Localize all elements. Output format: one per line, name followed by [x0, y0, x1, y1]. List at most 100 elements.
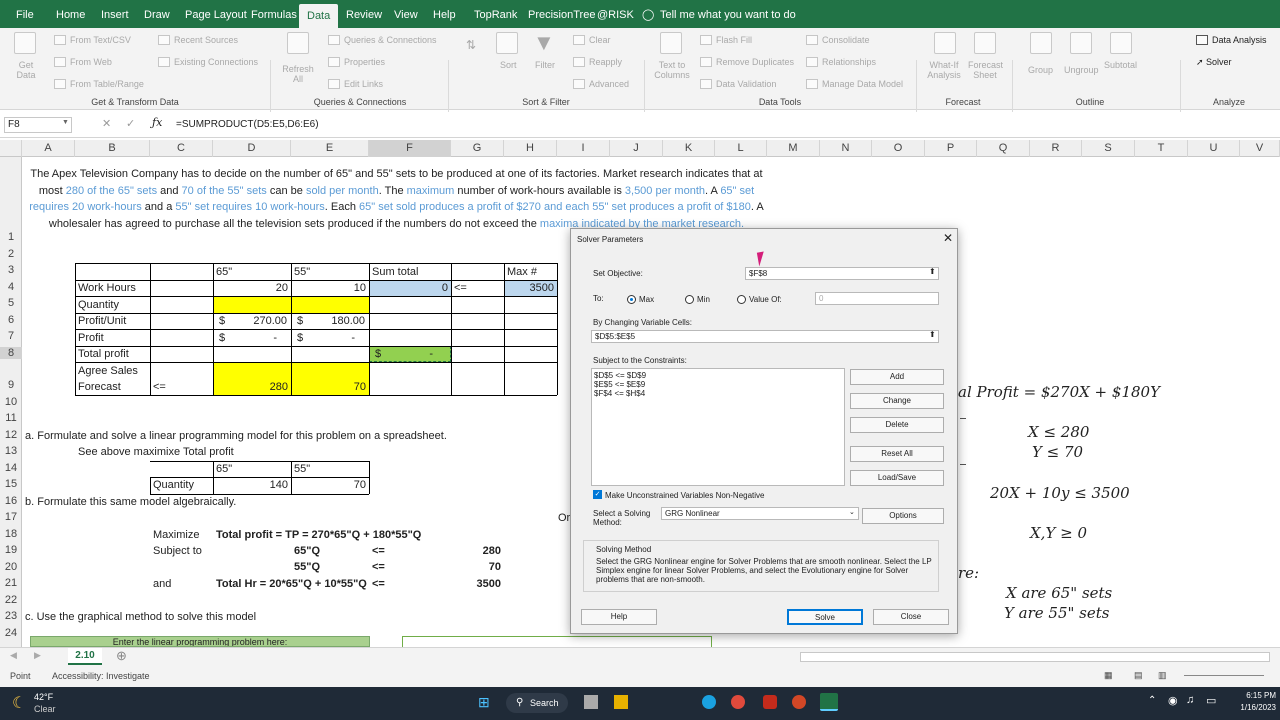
col-header[interactable]: G: [451, 140, 504, 157]
from-table-range[interactable]: From Table/Range: [54, 79, 144, 89]
col-header[interactable]: M: [767, 140, 820, 157]
constraint-item[interactable]: $F$4 <= $H$4: [594, 389, 645, 398]
col-header[interactable]: L: [715, 140, 767, 157]
col-header[interactable]: U: [1188, 140, 1240, 157]
row-header[interactable]: 17: [0, 511, 22, 523]
sort-button[interactable]: Sort: [500, 60, 517, 70]
page-break-icon[interactable]: ▥: [1158, 670, 1167, 681]
col-header[interactable]: J: [610, 140, 663, 157]
sheet-tab[interactable]: 2.10: [68, 648, 102, 665]
row-header[interactable]: 5: [0, 297, 22, 309]
col-header[interactable]: R: [1030, 140, 1082, 157]
label-forecast[interactable]: Forecast: [78, 379, 121, 395]
taskbar-search[interactable]: ⚲ Search: [506, 693, 568, 713]
hdr-max[interactable]: Max #: [507, 264, 537, 280]
pu-55[interactable]: 180.00: [291, 313, 365, 329]
recent-sources[interactable]: Recent Sources: [158, 35, 238, 45]
check-icon[interactable]: ✓: [126, 117, 135, 130]
forecast-65[interactable]: 280: [213, 379, 288, 395]
row-header[interactable]: 6: [0, 314, 22, 326]
col-header[interactable]: S: [1082, 140, 1135, 157]
row-header[interactable]: 3: [0, 264, 22, 276]
constraint-1-op[interactable]: <=: [372, 543, 385, 559]
prev-sheet-icon[interactable]: ◀: [10, 650, 17, 661]
constraint-item[interactable]: $E$5 <= $E$9: [594, 380, 645, 389]
row-header[interactable]: 7: [0, 330, 22, 342]
label-agree-sales[interactable]: Agree Sales: [78, 363, 138, 379]
existing-connections[interactable]: Existing Connections: [158, 57, 258, 67]
solve-button[interactable]: Solve: [787, 609, 863, 625]
wh-max[interactable]: 3500: [504, 280, 554, 296]
chevron-down-icon[interactable]: ▼: [62, 119, 69, 126]
from-text-csv[interactable]: From Text/CSV: [54, 35, 131, 45]
normal-view-icon[interactable]: ▦: [1104, 670, 1113, 681]
row-header[interactable]: 10: [0, 396, 22, 408]
value-of-input[interactable]: 0: [815, 292, 939, 305]
objective-cell-input[interactable]: $F$8: [745, 267, 939, 280]
excel-icon[interactable]: [820, 693, 838, 711]
constraint-item[interactable]: $D$5 <= $D$9: [594, 371, 646, 380]
delete-button[interactable]: Delete: [850, 417, 944, 433]
row-header[interactable]: 11: [0, 412, 22, 424]
manage-data-model[interactable]: Manage Data Model: [806, 79, 903, 89]
col-header[interactable]: Q: [977, 140, 1030, 157]
wh-le[interactable]: <=: [454, 280, 467, 296]
row-header[interactable]: 24: [0, 627, 22, 639]
file-explorer-icon[interactable]: [614, 695, 628, 709]
maximize-label[interactable]: Maximize: [153, 527, 199, 543]
row-header[interactable]: 22: [0, 594, 22, 606]
q-55[interactable]: 70: [291, 477, 366, 493]
row-header[interactable]: 16: [0, 495, 22, 507]
horizontal-scrollbar[interactable]: [800, 652, 1270, 662]
constraint-2[interactable]: 55"Q: [294, 559, 320, 575]
constraint-3[interactable]: Total Hr = 20*65"Q + 10*55"Q: [216, 576, 367, 592]
start-icon[interactable]: ⊞: [478, 694, 490, 711]
tab-formulas[interactable]: Formulas: [251, 0, 297, 28]
tab-review[interactable]: Review: [346, 0, 382, 28]
range-picker-icon[interactable]: ⬆: [929, 330, 936, 339]
tab-draw[interactable]: Draw: [144, 0, 170, 28]
constraints-list[interactable]: $D$5 <= $D$9 $E$5 <= $E$9 $F$4 <= $H$4: [591, 368, 845, 486]
q-hdr-65[interactable]: 65": [216, 461, 232, 477]
chevron-up-icon[interactable]: ⌃: [1148, 695, 1156, 706]
tab-home[interactable]: Home: [56, 0, 85, 28]
col-header[interactable]: P: [925, 140, 977, 157]
pu-65[interactable]: 270.00: [213, 313, 287, 329]
nonneg-checkbox[interactable]: ✓: [593, 490, 602, 499]
reset-all-button[interactable]: Reset All: [850, 446, 944, 462]
hdr-55[interactable]: 55": [294, 264, 310, 280]
formula-input[interactable]: =SUMPRODUCT(D5:E5,D6:E6): [176, 116, 319, 134]
tab-toprank[interactable]: TopRank: [474, 0, 517, 28]
row-header[interactable]: 19: [0, 544, 22, 556]
constraint-1[interactable]: 65"Q: [294, 543, 320, 559]
cancel-icon[interactable]: ✕: [102, 117, 111, 130]
what-if-analysis-button[interactable]: What-If Analysis: [926, 60, 962, 80]
page-layout-icon[interactable]: ▤: [1134, 670, 1143, 681]
row-header[interactable]: 8: [0, 347, 22, 359]
advanced-button[interactable]: Advanced: [573, 79, 629, 89]
help-button[interactable]: Help: [581, 609, 657, 625]
wifi-icon[interactable]: ◉: [1168, 694, 1178, 707]
tab-view[interactable]: View: [394, 0, 418, 28]
see-above[interactable]: See above maximixe Total profit: [78, 444, 234, 460]
clear-button[interactable]: Clear: [573, 35, 611, 45]
col-header[interactable]: B: [75, 140, 150, 157]
battery-icon[interactable]: ▭: [1206, 694, 1216, 707]
row-header[interactable]: 9: [0, 379, 22, 391]
clock-time[interactable]: 6:15 PM: [1236, 691, 1276, 700]
row-header[interactable]: 2: [0, 248, 22, 260]
row-header[interactable]: 21: [0, 577, 22, 589]
sort-az-icon[interactable]: ⇅: [466, 38, 476, 52]
q-label[interactable]: Quantity: [153, 477, 194, 493]
constraint-2-value[interactable]: 70: [451, 559, 501, 575]
tab-file[interactable]: File: [16, 0, 34, 28]
max-label[interactable]: Max: [639, 295, 654, 304]
refresh-all-button[interactable]: Refresh All: [282, 64, 314, 84]
col-header[interactable]: H: [504, 140, 557, 157]
col-header[interactable]: A: [22, 140, 75, 157]
changing-cells-input[interactable]: $D$5:$E$5: [591, 330, 939, 343]
app-icon[interactable]: [763, 695, 777, 709]
hdr-sum-total[interactable]: Sum total: [372, 264, 418, 280]
close-icon[interactable]: ✕: [943, 231, 953, 245]
add-sheet-icon[interactable]: ⊕: [116, 648, 127, 664]
